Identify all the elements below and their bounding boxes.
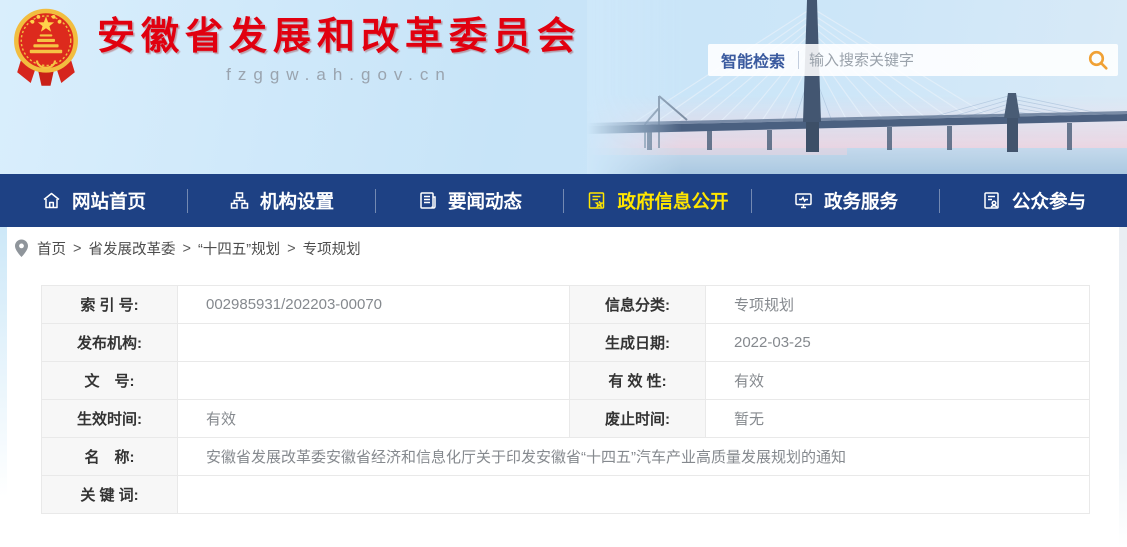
search-icon <box>1087 49 1109 71</box>
field-label-document-number: 文 号: <box>42 362 178 400</box>
field-value-validity: 有效 <box>706 362 1090 400</box>
nav-item-gov-info-disclosure[interactable]: 政府信息公开 <box>564 174 751 227</box>
home-icon <box>41 190 62 211</box>
main-nav: 网站首页 机构设置 要闻动态 <box>0 174 1127 227</box>
field-label-repeal-time: 废止时间: <box>570 400 706 438</box>
table-row: 名 称: 安徽省发展改革委安徽省经济和信息化厅关于印发安徽省“十四五”汽车产业高… <box>42 438 1090 476</box>
site-url: fzggw.ah.gov.cn <box>97 65 581 85</box>
field-value-repeal-time: 暂无 <box>706 400 1090 438</box>
table-row: 关 键 词: <box>42 476 1090 514</box>
breadcrumb-department[interactable]: 省发展改革委 <box>88 238 175 259</box>
nav-label: 机构设置 <box>260 188 334 214</box>
field-value-title: 安徽省发展改革委安徽省经济和信息化厅关于印发安徽省“十四五”汽车产业高质量发展规… <box>178 438 1090 476</box>
smart-search-label[interactable]: 智能检索 <box>708 48 798 72</box>
table-row: 发布机构: 生成日期: 2022-03-25 <box>42 324 1090 362</box>
nav-item-public-participation[interactable]: 公众参与 <box>940 174 1127 227</box>
field-label-info-category: 信息分类: <box>570 286 706 324</box>
right-edge-strip <box>1119 227 1127 547</box>
left-edge-strip <box>0 227 7 497</box>
info-disclosure-icon <box>586 190 607 211</box>
gov-service-icon <box>793 190 814 211</box>
national-emblem-logo <box>10 5 82 89</box>
field-label-index-number: 索 引 号: <box>42 286 178 324</box>
field-label-issuing-agency: 发布机构: <box>42 324 178 362</box>
field-value-index-number: 002985931/202203-00070 <box>178 286 570 324</box>
field-value-generation-date: 2022-03-25 <box>706 324 1090 362</box>
nav-label: 要闻动态 <box>448 188 522 214</box>
site-title: 安徽省发展和改革委员会 <box>97 17 581 59</box>
breadcrumb: 首页 > 省发展改革委 > “十四五”规划 > 专项规划 <box>0 227 1127 270</box>
nav-item-gov-services[interactable]: 政务服务 <box>752 174 939 227</box>
table-row: 文 号: 有 效 性: 有效 <box>42 362 1090 400</box>
field-value-keywords <box>178 476 1090 514</box>
search-button[interactable] <box>1078 44 1118 76</box>
location-pin-icon <box>14 239 29 258</box>
field-value-document-number <box>178 362 570 400</box>
public-participation-icon <box>981 190 1002 211</box>
field-label-generation-date: 生成日期: <box>570 324 706 362</box>
breadcrumb-separator: > <box>73 241 81 257</box>
nav-item-news[interactable]: 要闻动态 <box>376 174 563 227</box>
field-value-effective-time: 有效 <box>178 400 570 438</box>
table-row: 索 引 号: 002985931/202203-00070 信息分类: 专项规划 <box>42 286 1090 324</box>
field-value-info-category: 专项规划 <box>706 286 1090 324</box>
document-info-table: 索 引 号: 002985931/202203-00070 信息分类: 专项规划… <box>41 285 1090 514</box>
nav-label: 网站首页 <box>72 188 146 214</box>
nav-item-home[interactable]: 网站首页 <box>0 174 187 227</box>
breadcrumb-current-page[interactable]: 专项规划 <box>303 238 361 259</box>
field-label-effective-time: 生效时间: <box>42 400 178 438</box>
breadcrumb-separator: > <box>287 241 295 257</box>
breadcrumb-home[interactable]: 首页 <box>37 238 66 259</box>
org-chart-icon <box>229 190 250 211</box>
site-brand[interactable]: 安徽省发展和改革委员会 fzggw.ah.gov.cn <box>10 5 581 89</box>
search-input[interactable] <box>799 44 1078 76</box>
nav-item-organization[interactable]: 机构设置 <box>188 174 375 227</box>
nav-label: 政务服务 <box>824 188 898 214</box>
table-row: 生效时间: 有效 废止时间: 暂无 <box>42 400 1090 438</box>
news-icon <box>417 190 438 211</box>
breadcrumb-separator: > <box>182 241 190 257</box>
nav-label: 公众参与 <box>1012 188 1086 214</box>
page: 安徽省发展和改革委员会 fzggw.ah.gov.cn 智能检索 <box>0 0 1127 547</box>
breadcrumb-plan-category[interactable]: “十四五”规划 <box>198 238 280 259</box>
field-label-validity: 有 效 性: <box>570 362 706 400</box>
field-label-title: 名 称: <box>42 438 178 476</box>
field-value-issuing-agency <box>178 324 570 362</box>
field-label-keywords: 关 键 词: <box>42 476 178 514</box>
search-box: 智能检索 <box>708 44 1118 76</box>
bridge-photo <box>587 0 1127 174</box>
site-header: 安徽省发展和改革委员会 fzggw.ah.gov.cn 智能检索 <box>0 0 1127 174</box>
nav-label: 政府信息公开 <box>617 188 728 214</box>
